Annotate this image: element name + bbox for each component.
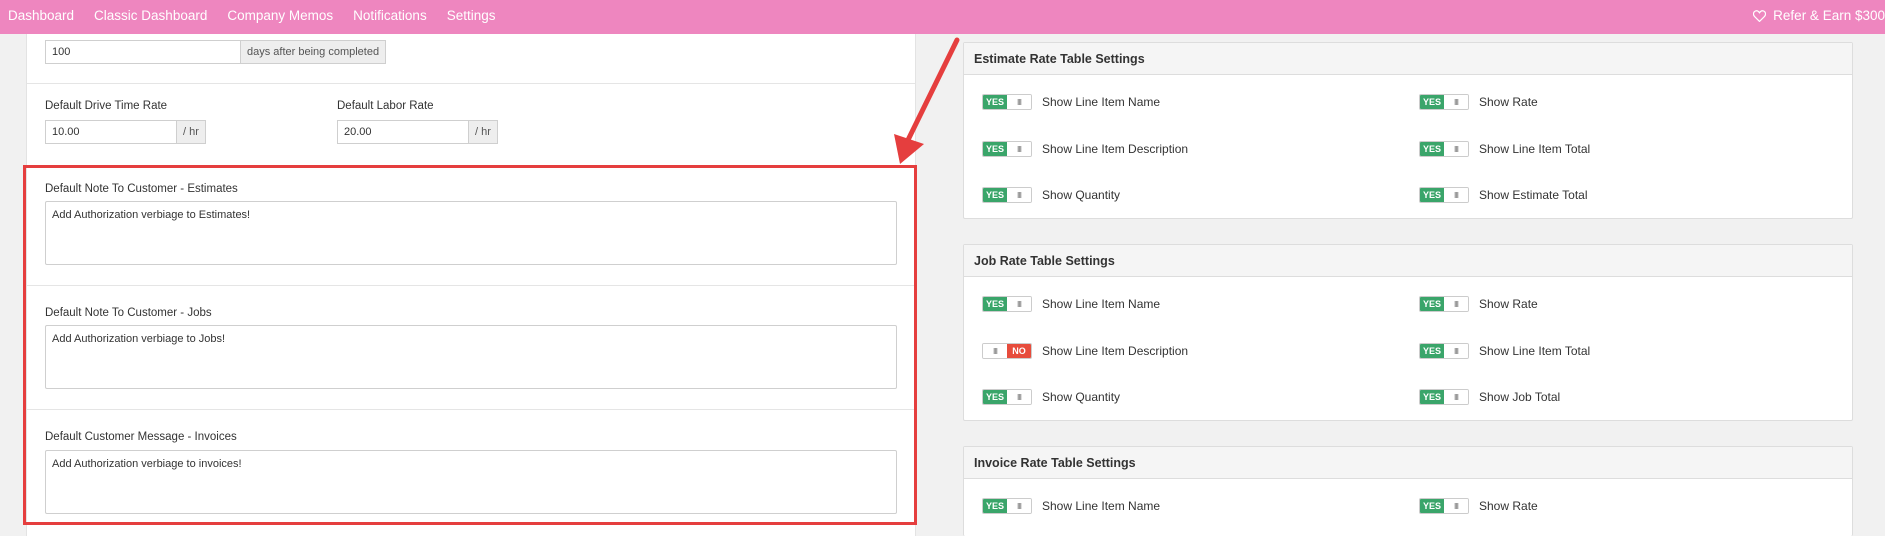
invoice-opt-rate: YES III Show Rate: [1419, 498, 1538, 514]
drive-time-input[interactable]: 10.00: [45, 120, 177, 144]
invoice-toggle-rate[interactable]: YES III: [1419, 498, 1469, 514]
job-toggle-line-item-name[interactable]: YES III: [982, 296, 1032, 312]
invoice-settings-panel: Invoice Rate Table Settings YES III Show …: [963, 446, 1853, 536]
days-addon: days after being completed: [241, 40, 387, 64]
job-opt-line-item-total: YES III Show Line Item Total: [1419, 343, 1590, 359]
estimate-toggle-line-item-description[interactable]: YES III: [982, 141, 1032, 157]
heart-icon: [1753, 9, 1767, 22]
job-opt-line-item-description: III NO Show Line Item Description: [982, 343, 1188, 359]
estimate-toggle-line-item-name[interactable]: YES III: [982, 94, 1032, 110]
job-opt-rate: YES III Show Rate: [1419, 296, 1538, 312]
job-settings-panel: Job Rate Table Settings YES III Show Line…: [963, 244, 1853, 421]
estimate-panel-title: Estimate Rate Table Settings: [964, 43, 1852, 75]
estimate-toggle-line-item-total[interactable]: YES III: [1419, 141, 1469, 157]
nav-classic-dashboard[interactable]: Classic Dashboard: [94, 8, 207, 23]
estimate-settings-panel: Estimate Rate Table Settings YES III Show…: [963, 42, 1853, 219]
invoice-toggle-line-item-name[interactable]: YES III: [982, 498, 1032, 514]
main-nav: Dashboard Classic Dashboard Company Memo…: [8, 8, 515, 23]
job-toggle-line-item-description[interactable]: III NO: [982, 343, 1032, 359]
invoice-panel-title: Invoice Rate Table Settings: [964, 447, 1852, 479]
estimate-opt-line-item-total: YES III Show Line Item Total: [1419, 141, 1590, 157]
annotation-arrow-icon: [894, 37, 960, 164]
invoice-opt-line-item-name: YES III Show Line Item Name: [982, 498, 1160, 514]
job-toggle-rate[interactable]: YES III: [1419, 296, 1469, 312]
estimate-toggle-estimate-total[interactable]: YES III: [1419, 187, 1469, 203]
drive-time-label: Default Drive Time Rate: [45, 100, 168, 112]
estimate-opt-rate: YES III Show Rate: [1419, 94, 1538, 110]
labor-rate-label: Default Labor Rate: [337, 100, 434, 112]
estimate-opt-line-item-name: YES III Show Line Item Name: [982, 94, 1160, 110]
labor-rate-input[interactable]: 20.00: [337, 120, 469, 144]
annotation-highlight-box: [23, 165, 917, 525]
estimate-toggle-rate[interactable]: YES III: [1419, 94, 1469, 110]
drive-time-addon: / hr: [177, 120, 206, 144]
completion-days-row: 100 days after being completed: [27, 34, 915, 84]
nav-notifications[interactable]: Notifications: [353, 8, 427, 23]
job-opt-quantity: YES III Show Quantity: [982, 389, 1120, 405]
nav-dashboard[interactable]: Dashboard: [8, 8, 74, 23]
nav-settings[interactable]: Settings: [447, 8, 496, 23]
top-nav-bar: Dashboard Classic Dashboard Company Memo…: [0, 0, 1885, 34]
days-input[interactable]: 100: [45, 40, 241, 64]
nav-company-memos[interactable]: Company Memos: [227, 8, 333, 23]
job-opt-line-item-name: YES III Show Line Item Name: [982, 296, 1160, 312]
job-toggle-line-item-total[interactable]: YES III: [1419, 343, 1469, 359]
estimate-opt-line-item-description: YES III Show Line Item Description: [982, 141, 1188, 157]
job-toggle-job-total[interactable]: YES III: [1419, 389, 1469, 405]
job-toggle-quantity[interactable]: YES III: [982, 389, 1032, 405]
job-opt-job-total: YES III Show Job Total: [1419, 389, 1560, 405]
refer-earn-link[interactable]: Refer & Earn $300: [1753, 8, 1885, 23]
refer-earn-label: Refer & Earn $300: [1773, 8, 1885, 23]
job-panel-title: Job Rate Table Settings: [964, 245, 1852, 277]
labor-rate-addon: / hr: [469, 120, 498, 144]
estimate-opt-quantity: YES III Show Quantity: [982, 187, 1120, 203]
estimate-toggle-quantity[interactable]: YES III: [982, 187, 1032, 203]
estimate-opt-estimate-total: YES III Show Estimate Total: [1419, 187, 1588, 203]
